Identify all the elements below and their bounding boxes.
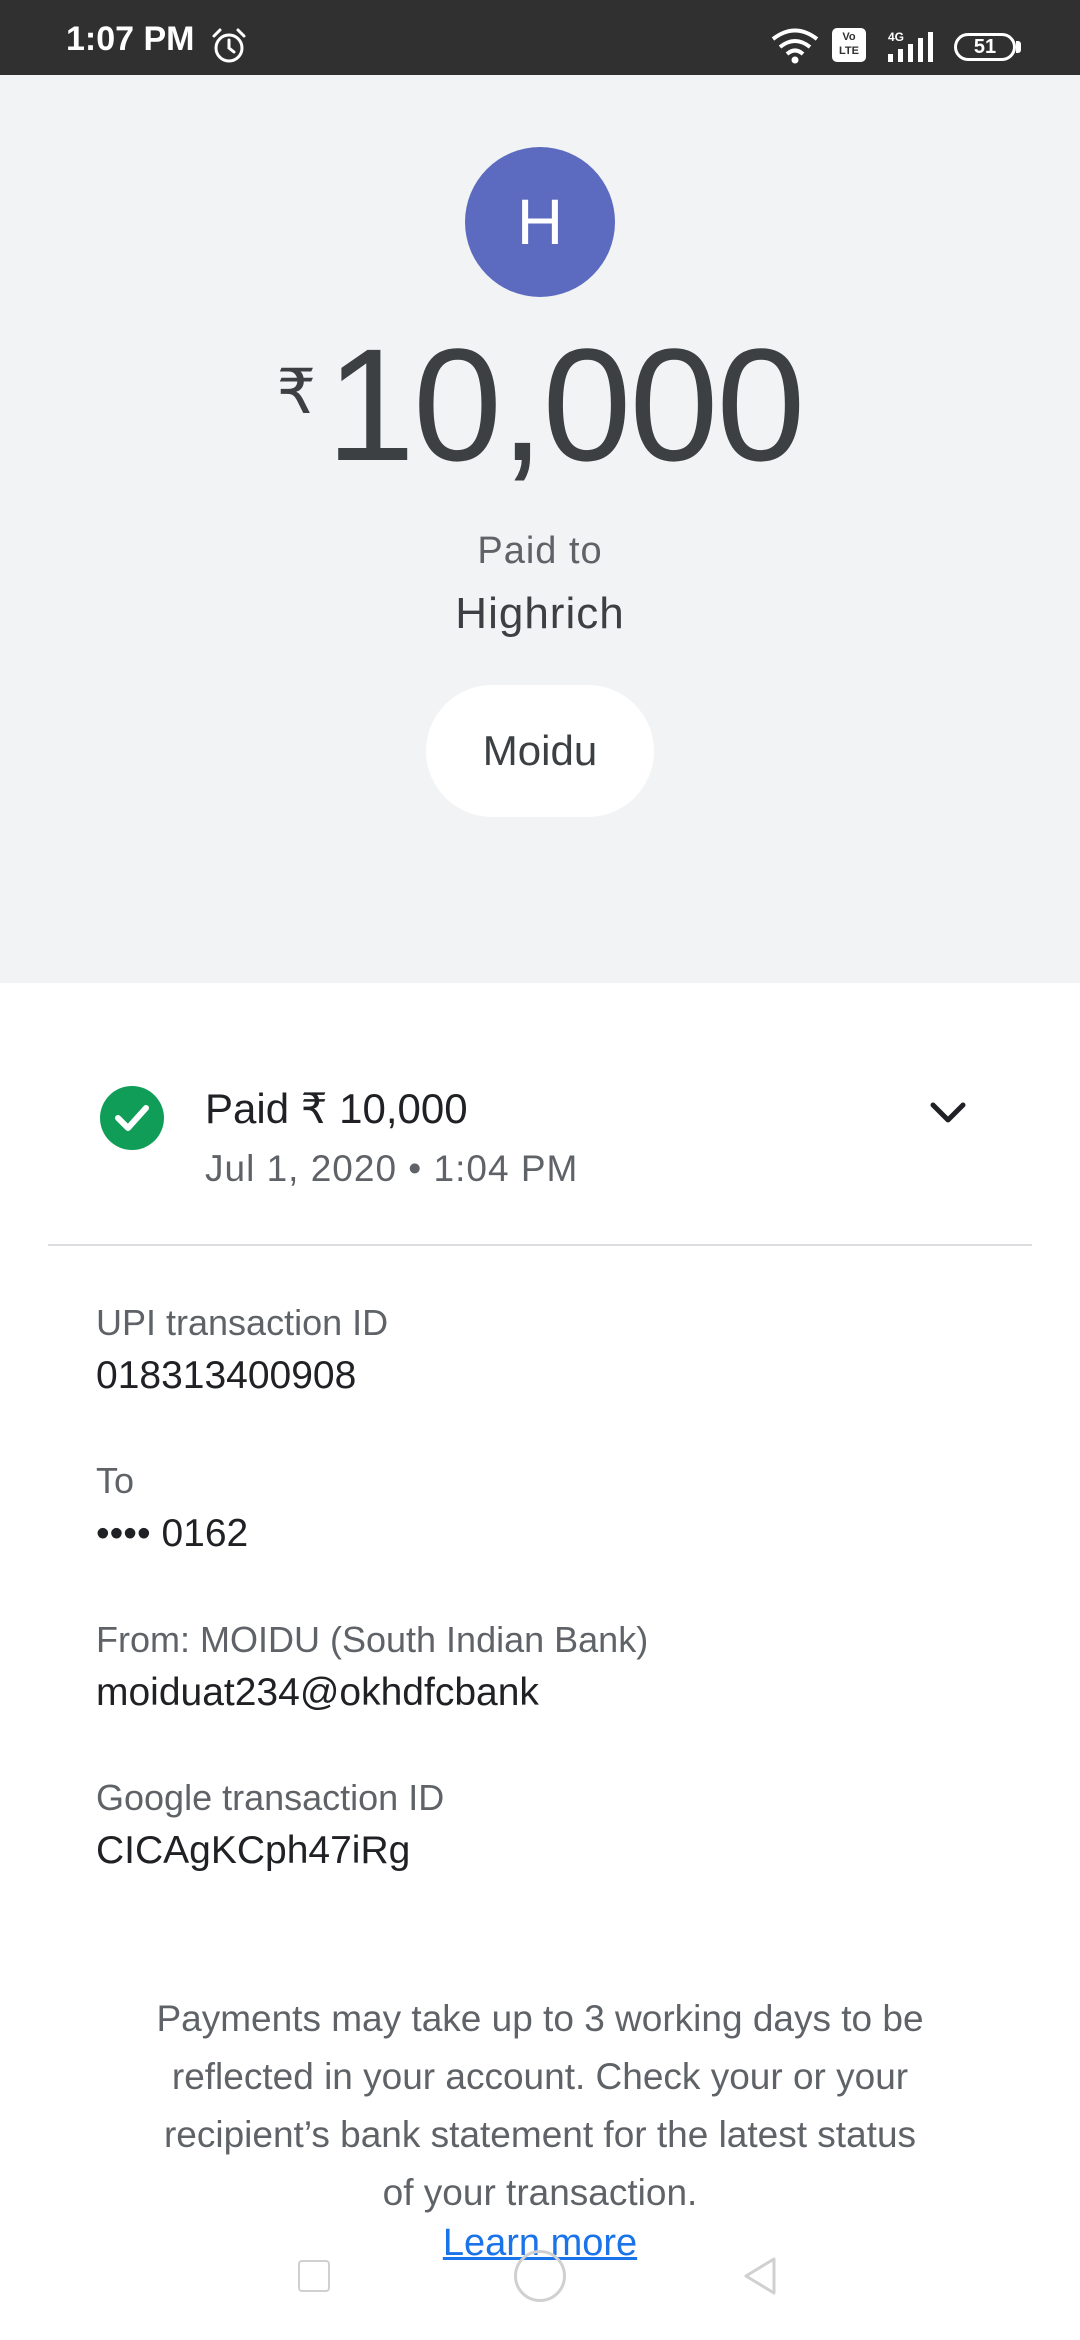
- back-button[interactable]: [742, 2256, 778, 2296]
- payment-status-row[interactable]: Paid ₹ 10,000 Jul 1, 2020 • 1:04 PM: [0, 1070, 1080, 1210]
- google-transaction-id: Google transaction ID CICAgKCph47iRg: [96, 1777, 996, 1873]
- payer-account: From: MOIDU (South Indian Bank) moiduat2…: [96, 1619, 996, 1715]
- recipient-account: To •••• 0162: [96, 1460, 996, 1556]
- field-value: 018313400908: [96, 1354, 357, 1397]
- divider: [48, 1244, 1032, 1246]
- status-bar: 1:07 PM Vo LTE 4G 51: [0, 0, 1080, 75]
- field-value: •••• 0162: [96, 1512, 249, 1555]
- svg-text:4G: 4G: [888, 30, 904, 44]
- payment-datetime: Jul 1, 2020 • 1:04 PM: [205, 1148, 579, 1189]
- status-time: 1:07 PM: [66, 20, 195, 58]
- volte-icon: Vo LTE: [832, 28, 866, 62]
- payer-chip[interactable]: Moidu: [426, 685, 654, 817]
- check-icon: [100, 1086, 164, 1150]
- payee-name: Highrich: [455, 589, 625, 638]
- home-button[interactable]: [514, 2250, 566, 2302]
- paid-to-label: Paid to: [477, 530, 603, 572]
- amount-value: 10,000: [326, 315, 805, 494]
- amount: ₹10,000: [0, 325, 1080, 485]
- chevron-down-icon[interactable]: [928, 1100, 968, 1128]
- wifi-icon: [771, 28, 819, 64]
- field-value: CICAgKCph47iRg: [96, 1829, 411, 1872]
- field-label: Google transaction ID: [96, 1777, 445, 1818]
- battery-icon: 51: [954, 33, 1016, 61]
- field-value: moiduat234@okhdfcbank: [96, 1671, 539, 1714]
- field-label: From: MOIDU (South Indian Bank): [96, 1619, 649, 1660]
- alarm-icon: [212, 28, 246, 63]
- field-label: UPI transaction ID: [96, 1302, 389, 1343]
- recent-apps-button[interactable]: [298, 2260, 330, 2292]
- processing-note: Payments may take up to 3 working days t…: [156, 1998, 924, 2213]
- avatar: H: [465, 147, 615, 297]
- currency-symbol: ₹: [276, 358, 317, 427]
- upi-transaction-id: UPI transaction ID 018313400908: [96, 1302, 996, 1398]
- paid-amount-text: Paid ₹ 10,000: [205, 1085, 468, 1132]
- field-label: To: [96, 1460, 135, 1501]
- payment-header: H ₹10,000 Paid to Highrich Moidu: [0, 75, 1080, 983]
- signal-icon: 4G: [888, 30, 933, 62]
- battery-tip: [1016, 41, 1021, 53]
